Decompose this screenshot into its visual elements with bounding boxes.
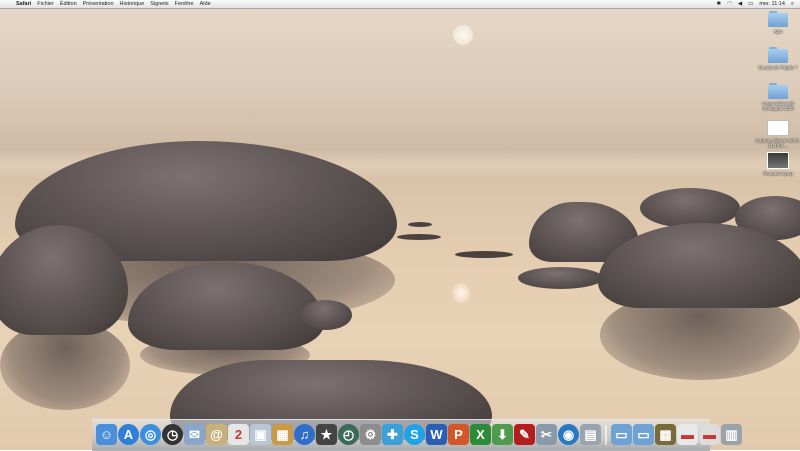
folder-icon xyxy=(768,11,788,27)
menu-historique[interactable]: Historique xyxy=(120,1,145,7)
dock-stack-documents-icon[interactable]: ▭ xyxy=(633,424,654,445)
image-thumbnail-icon xyxy=(767,152,789,169)
dock-spotlight-web-icon[interactable]: ◉ xyxy=(558,424,579,445)
pebble xyxy=(455,251,513,258)
dock-mail-icon[interactable]: ✉ xyxy=(184,424,205,445)
dock-powerpoint-icon[interactable]: P xyxy=(448,424,469,445)
desktop-icon-label: creep radio web montagne 2010 xyxy=(761,101,795,111)
desktop-image-file[interactable]: Recette ici.png xyxy=(754,152,800,176)
dock-dashboard-icon[interactable]: ◷ xyxy=(162,424,183,445)
menu-bar: Safari Fichier Édition Présentation Hist… xyxy=(0,0,800,9)
dock-finder-icon[interactable]: ☺ xyxy=(96,424,117,445)
menu-extras: ✱ ◠ ◀ ▭ mer. 11:14 ⌕ xyxy=(716,0,794,8)
dock-iphoto-icon[interactable]: ▦ xyxy=(272,424,293,445)
wallpaper-sun xyxy=(453,25,473,45)
spotlight-icon[interactable]: ⌕ xyxy=(791,1,794,8)
menu-aide[interactable]: Aide xyxy=(200,1,211,7)
bluetooth-icon[interactable]: ✱ xyxy=(716,1,721,7)
dock-imovie-icon[interactable]: ★ xyxy=(316,424,337,445)
pebble xyxy=(408,222,432,227)
menu-clock[interactable]: mer. 11:14 xyxy=(759,1,785,7)
dock-excel-icon[interactable]: X xyxy=(470,424,491,445)
dock-stack-fenetre-icon[interactable]: ▬ xyxy=(699,424,720,445)
dock-ical-icon[interactable]: 2 xyxy=(228,424,249,445)
menu-fichier[interactable]: Fichier xyxy=(37,1,54,7)
dock-transmission-icon[interactable]: ⬇ xyxy=(492,424,513,445)
desktop-icon-label: Ne pas de l'Apple ? xyxy=(758,65,798,70)
battery-icon[interactable]: ▭ xyxy=(748,1,753,7)
dock-stack-photo-icon[interactable]: ▩ xyxy=(655,424,676,445)
menu-edition[interactable]: Édition xyxy=(60,1,77,7)
desktop-icon-label: Recette ici.png xyxy=(763,171,793,176)
pebble xyxy=(397,234,441,240)
dock-app-store-icon[interactable]: A xyxy=(118,424,139,445)
folder-icon xyxy=(768,47,788,63)
menu-presentation[interactable]: Présentation xyxy=(83,1,114,7)
dock-word-icon[interactable]: W xyxy=(426,424,447,445)
desktop-document-capture[interactable]: Capture d'écran 2010-11-10 à ... xyxy=(754,120,800,148)
volume-icon[interactable]: ◀ xyxy=(738,1,742,7)
rock-flat xyxy=(518,267,603,289)
dock-stack-applications-icon[interactable]: ▭ xyxy=(611,424,632,445)
desktop-folder-apple[interactable]: Ne pas de l'Apple ? xyxy=(754,47,800,70)
dock-acrobat-icon[interactable]: ✎ xyxy=(514,424,535,445)
dock-messenger-icon[interactable]: ✚ xyxy=(382,424,403,445)
dock-safari-icon[interactable]: ◎ xyxy=(140,424,161,445)
dock-utilitaire-icon[interactable]: ✂ xyxy=(536,424,557,445)
dock-apercu-photo-icon[interactable]: ▤ xyxy=(580,424,601,445)
folder-icon xyxy=(768,83,788,99)
dock-stack-corbeille-icon[interactable]: ▥ xyxy=(721,424,742,445)
desktop-folder-radio[interactable]: creep radio web montagne 2010 xyxy=(754,83,800,111)
dock-apercu-icon[interactable]: ▣ xyxy=(250,424,271,445)
desktop-icon-label: Ajax xyxy=(773,29,783,34)
dock-skype-icon[interactable]: S xyxy=(404,424,425,445)
desktop-folder-ajax[interactable]: Ajax xyxy=(754,11,800,34)
menu-fenetre[interactable]: Fenêtre xyxy=(175,1,194,7)
dock-time-machine-icon[interactable]: ◴ xyxy=(338,424,359,445)
dock-carnet-d-adresses-icon[interactable]: @ xyxy=(206,424,227,445)
rock-small xyxy=(300,300,352,330)
wifi-icon[interactable]: ◠ xyxy=(727,1,732,7)
dock-separator xyxy=(605,425,607,445)
desktop-wallpaper xyxy=(0,0,800,450)
dock-items: ☺ A ◎ ◷ ✉ @2 ▣ ▦ ♫ ★ ◴ ⚙ ✚ S W P X ⬇ ✎ ✂ ◉ ▤ ▭ ▭ ▩ ▬ ▬ ▥ xyxy=(96,423,742,445)
dock-stack-telechargements-icon[interactable]: ▬ xyxy=(677,424,698,445)
menu-app-name[interactable]: Safari xyxy=(16,1,31,7)
dock-preferences-systeme-icon[interactable]: ⚙ xyxy=(360,424,381,445)
dock-itunes-icon[interactable]: ♫ xyxy=(294,424,315,445)
rock-right-back xyxy=(640,188,740,228)
desktop-icon-label: Capture d'écran 2010-11-10 à ... xyxy=(755,138,800,148)
wallpaper-sun-reflection xyxy=(452,283,470,303)
menu-signets[interactable]: Signets xyxy=(150,1,168,7)
document-icon xyxy=(767,120,789,136)
